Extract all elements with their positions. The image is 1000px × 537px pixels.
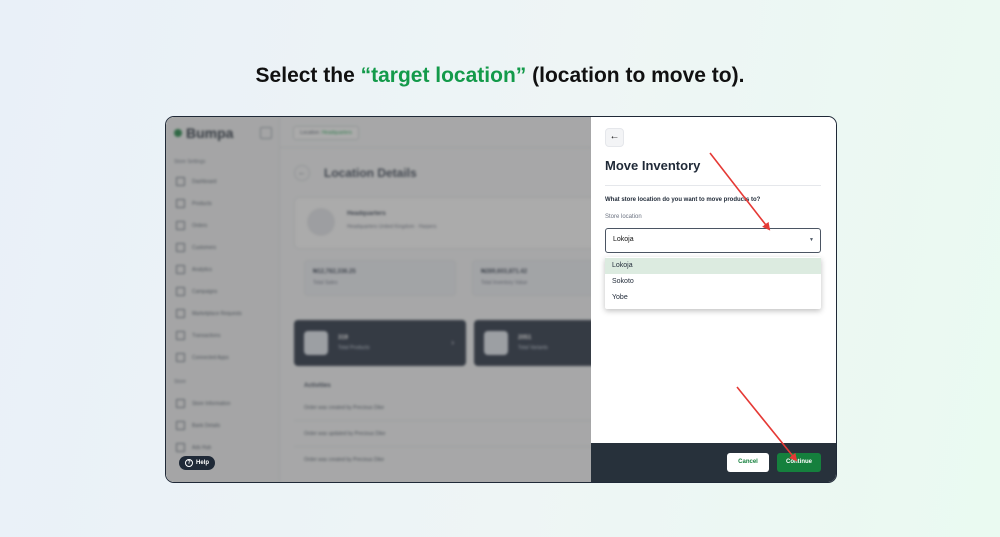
selected-location: Lokoja (613, 236, 634, 243)
back-arrow-icon[interactable]: ← (605, 128, 624, 147)
help-icon: ? (185, 459, 193, 467)
option-lokoja[interactable]: Lokoja (605, 258, 821, 274)
option-yobe[interactable]: Yobe (605, 290, 821, 306)
caret-down-icon: ▼ (809, 237, 814, 243)
drawer-question: What store location do you want to move … (605, 197, 761, 203)
cancel-button[interactable]: Cancel (727, 453, 769, 472)
background-app: Bumpa Store Settings Dashboard Products … (166, 117, 591, 482)
modal-overlay[interactable] (166, 117, 591, 482)
drawer-title: Move Inventory (605, 158, 701, 173)
help-button[interactable]: ? Help (179, 456, 216, 470)
store-location-label: Store location (605, 214, 642, 220)
app-window: Bumpa Store Settings Dashboard Products … (165, 116, 837, 483)
store-location-select[interactable]: Lokoja ▼ (605, 228, 821, 253)
drawer-footer: Cancel Continue (591, 443, 836, 482)
location-dropdown-menu: Lokoja Sokoto Yobe (605, 257, 821, 309)
instruction-prefix: Select the (255, 64, 361, 87)
instruction-suffix: (location to move to). (526, 64, 745, 87)
instruction-highlight: “target location” (360, 64, 527, 87)
divider (605, 185, 821, 186)
move-inventory-drawer: ← Move Inventory What store location do … (591, 117, 836, 482)
instruction-headline: Select the “target location” (location t… (0, 64, 1000, 88)
option-sokoto[interactable]: Sokoto (605, 274, 821, 290)
continue-button[interactable]: Continue (777, 453, 821, 472)
